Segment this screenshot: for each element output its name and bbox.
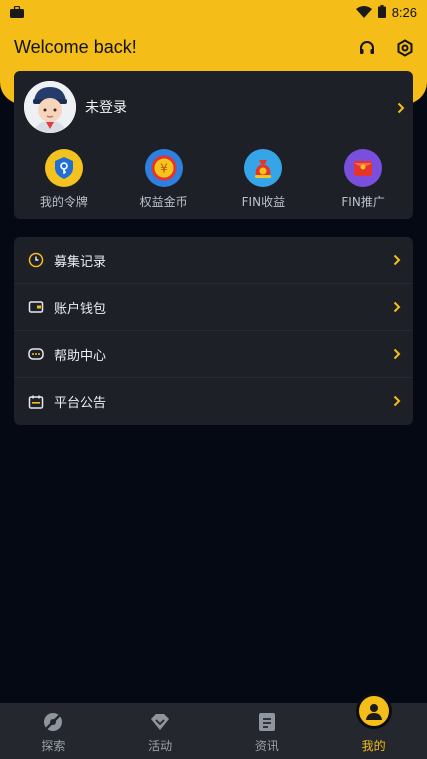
document-icon <box>256 711 278 733</box>
menu-item-label: 平台公告 <box>54 396 107 411</box>
menu-item-label: 帮助中心 <box>54 348 107 364</box>
nav-item-news[interactable]: 资讯 <box>214 703 321 759</box>
settings-icon[interactable] <box>395 38 415 58</box>
headset-icon[interactable] <box>357 38 377 58</box>
menu-item-label: 账户钱包 <box>54 301 107 317</box>
quick-my-token[interactable]: 我的令牌 <box>19 149 109 213</box>
chevron-right-icon <box>393 251 401 270</box>
money-bag-icon <box>244 149 283 187</box>
chat-icon <box>27 346 44 363</box>
wallet-icon <box>27 299 44 316</box>
clock-icon <box>27 252 44 269</box>
briefcase-icon <box>10 3 24 22</box>
quick-gold-coin[interactable]: ¥ 权益金币 <box>119 149 209 213</box>
welcome-title: Welcome back! <box>14 37 137 57</box>
chevron-right-icon <box>393 298 401 317</box>
explore-icon <box>42 711 64 733</box>
nav-label: 我的 <box>361 739 386 753</box>
quick-label: FIN推广 <box>341 195 385 209</box>
chevron-right-icon <box>393 392 401 411</box>
shield-token-icon <box>44 149 83 187</box>
user-icon <box>355 693 392 729</box>
nav-item-activity[interactable]: 活动 <box>107 703 214 759</box>
quick-actions: 我的令牌 ¥ 权益金币 FIN收益 FIN推广 <box>14 149 413 213</box>
quick-fin-earnings[interactable]: FIN收益 <box>218 149 308 213</box>
chevron-right-icon <box>393 345 401 364</box>
status-bar: 8:26 <box>0 0 427 24</box>
diamond-icon <box>149 711 171 733</box>
menu-item-announcements[interactable]: 平台公告 <box>14 378 413 425</box>
nav-item-mine[interactable]: 我的 <box>320 693 427 759</box>
nav-label: 资讯 <box>254 739 279 753</box>
red-envelope-icon <box>344 149 383 187</box>
calendar-icon <box>27 393 44 410</box>
menu-item-help-center[interactable]: 帮助中心 <box>14 331 413 378</box>
quick-label: FIN收益 <box>241 195 286 209</box>
nav-item-explore[interactable]: 探索 <box>0 703 107 759</box>
menu-item-fundraising-records[interactable]: 募集记录 <box>14 237 413 284</box>
bottom-nav: 探索 活动 资讯 我的 <box>0 693 427 759</box>
avatar[interactable] <box>24 81 76 133</box>
wifi-icon <box>355 3 372 22</box>
nav-label: 探索 <box>41 739 66 753</box>
gold-coin-icon: ¥ <box>144 149 183 187</box>
quick-label: 我的令牌 <box>39 195 88 209</box>
battery-icon <box>377 3 386 22</box>
profile-card: 未登录 我的令牌 ¥ 权益金币 FIN收益 FIN推广 <box>14 71 413 219</box>
status-time: 8:26 <box>391 4 417 20</box>
login-status[interactable]: 未登录 <box>85 97 127 117</box>
menu-item-label: 募集记录 <box>54 254 107 270</box>
quick-fin-promo[interactable]: FIN推广 <box>318 149 408 213</box>
menu-card: 募集记录 账户钱包 帮助中心 平台公告 <box>14 237 413 425</box>
menu-item-account-wallet[interactable]: 账户钱包 <box>14 284 413 331</box>
nav-label: 活动 <box>148 739 173 753</box>
chevron-right-icon[interactable] <box>397 99 405 118</box>
svg-text:¥: ¥ <box>160 162 168 176</box>
quick-label: 权益金币 <box>139 195 188 209</box>
